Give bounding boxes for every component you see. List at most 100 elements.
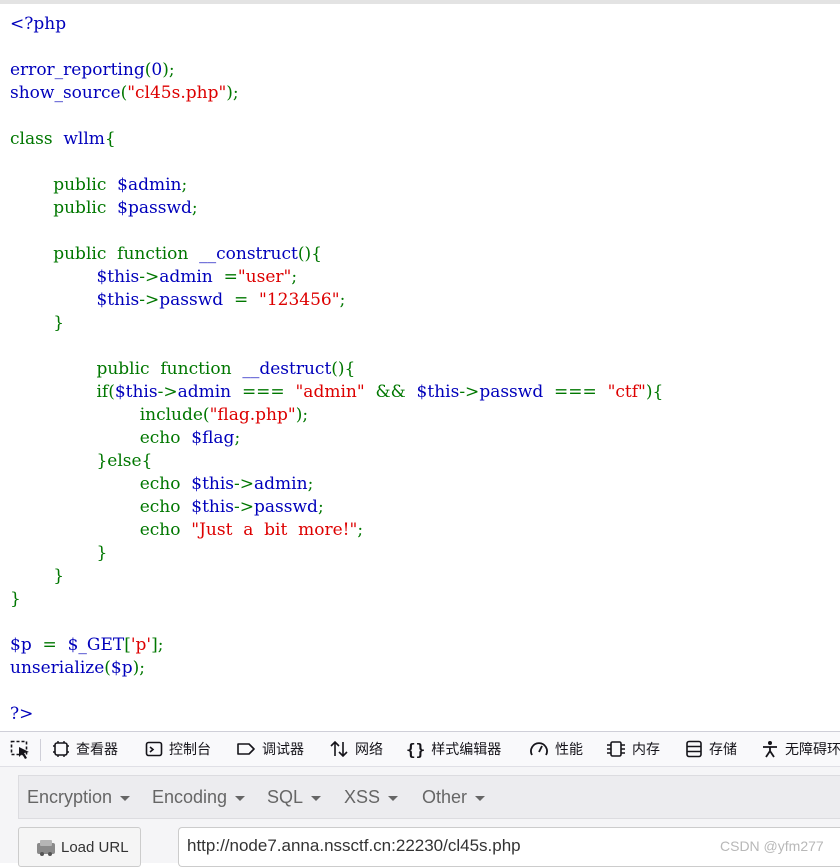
code-token: "Just a bit more!" <box>191 520 358 540</box>
code-token: $p <box>110 658 133 678</box>
menu-label: Other <box>422 786 468 807</box>
hackbar-menu: Encryption Encoding SQL XSS Other <box>18 775 840 819</box>
tab-label: 调试器 <box>262 742 304 758</box>
tab-accessibility[interactable]: 无障碍环 <box>761 732 840 766</box>
code-token: echo <box>10 428 192 448</box>
tab-storage[interactable]: 存储 <box>685 732 737 766</box>
code-token: ?> <box>10 704 34 724</box>
code-token: wllm <box>63 129 105 149</box>
code-token: show_source <box>10 83 121 103</box>
menu-sql[interactable]: SQL <box>267 776 322 818</box>
code-token: __destruct <box>242 359 332 379</box>
code-line: echo $flag; <box>10 427 663 450</box>
code-token: ); <box>162 60 175 80</box>
menu-label: Encryption <box>27 786 113 807</box>
caret-down-icon <box>475 795 486 801</box>
code-token: (){ <box>297 244 322 264</box>
code-token: = <box>233 290 260 310</box>
code-token: (){ <box>331 359 356 379</box>
tab-inspector[interactable]: 查看器 <box>52 732 118 766</box>
code-line: }else{ <box>10 450 663 473</box>
code-token: $this <box>191 474 235 494</box>
code-token: include( <box>10 405 210 425</box>
code-token: } <box>10 589 21 609</box>
code-token: ); <box>226 83 239 103</box>
braces-icon: {} <box>406 739 426 759</box>
code-token: $this <box>96 267 140 287</box>
code-line: public function __destruct(){ <box>10 358 663 381</box>
code-token: $p <box>10 635 43 655</box>
code-line: echo $this->passwd; <box>10 496 663 519</box>
tab-label: 控制台 <box>169 742 211 758</box>
gauge-icon <box>530 742 548 756</box>
code-token: $this <box>191 497 235 517</box>
code-line: } <box>10 312 663 335</box>
tab-label: 网络 <box>355 742 383 758</box>
menu-xss[interactable]: XSS <box>344 776 399 818</box>
caret-down-icon <box>388 795 399 801</box>
code-token: === <box>554 382 608 402</box>
code-token: ; <box>357 520 364 540</box>
code-token: $passwd <box>117 198 192 218</box>
toolbar-separator <box>40 739 41 761</box>
code-token: $this <box>96 290 140 310</box>
menu-encoding[interactable]: Encoding <box>152 776 246 818</box>
code-token: } <box>10 566 65 586</box>
tab-console[interactable]: 控制台 <box>145 732 211 766</box>
code-token: $admin <box>117 175 182 195</box>
code-line: $this->passwd = "123456"; <box>10 289 663 312</box>
code-token: <?php <box>10 14 67 34</box>
code-token: [ <box>124 635 131 655</box>
code-token: "cl45s.php" <box>127 83 227 103</box>
tab-network[interactable]: 网络 <box>329 732 383 766</box>
tab-performance[interactable]: 性能 <box>529 732 583 766</box>
code-token: "flag.php" <box>209 405 296 425</box>
load-url-label: Load URL <box>61 838 129 856</box>
csdn-watermark: CSDN @yfm277 <box>720 838 824 854</box>
code-token: public <box>10 198 118 218</box>
code-line: error_reporting(0); <box>10 59 663 82</box>
code-token: ; <box>234 428 241 448</box>
menu-other[interactable]: Other <box>422 776 486 818</box>
code-line: public function __construct(){ <box>10 243 663 266</box>
tab-style-editor[interactable]: {} 样式编辑器 <box>406 732 501 766</box>
code-token: class <box>10 129 64 149</box>
code-token: -> <box>459 382 480 402</box>
code-token: -> <box>139 290 160 310</box>
debugger-icon <box>237 743 255 755</box>
code-line: unserialize($p); <box>10 657 663 680</box>
code-token: echo <box>10 520 192 540</box>
code-token: $this <box>114 382 158 402</box>
tab-label: 性能 <box>555 742 583 758</box>
code-token: __construct <box>199 244 298 264</box>
menu-encryption[interactable]: Encryption <box>27 776 131 818</box>
tab-debugger[interactable]: 调试器 <box>236 732 304 766</box>
tab-memory[interactable]: 内存 <box>606 732 660 766</box>
caret-down-icon <box>311 795 322 801</box>
code-line: echo $this->admin; <box>10 473 663 496</box>
tab-label: 样式编辑器 <box>431 742 502 758</box>
code-token: "admin" <box>295 382 376 402</box>
code-token: ); <box>295 405 309 425</box>
code-token: ; <box>191 198 198 218</box>
code-line: <?php <box>10 13 663 36</box>
element-picker-icon[interactable] <box>10 740 32 760</box>
load-url-button[interactable]: Load URL <box>18 827 141 867</box>
devtools-toolbar: 查看器 控制台 调试器 网络 {} 样式编辑器 性能 内存 存储 无障碍环 <box>0 731 840 767</box>
code-token: passwd <box>254 497 318 517</box>
code-token: -> <box>234 474 255 494</box>
code-token: ; <box>181 175 188 195</box>
code-line: ?> <box>10 703 663 726</box>
code-line: public $admin; <box>10 174 663 197</box>
inspector-icon <box>53 741 69 757</box>
code-line: public $passwd; <box>10 197 663 220</box>
code-token: public <box>10 175 118 195</box>
tab-label: 无障碍环 <box>785 742 840 758</box>
code-token: ; <box>307 474 314 494</box>
